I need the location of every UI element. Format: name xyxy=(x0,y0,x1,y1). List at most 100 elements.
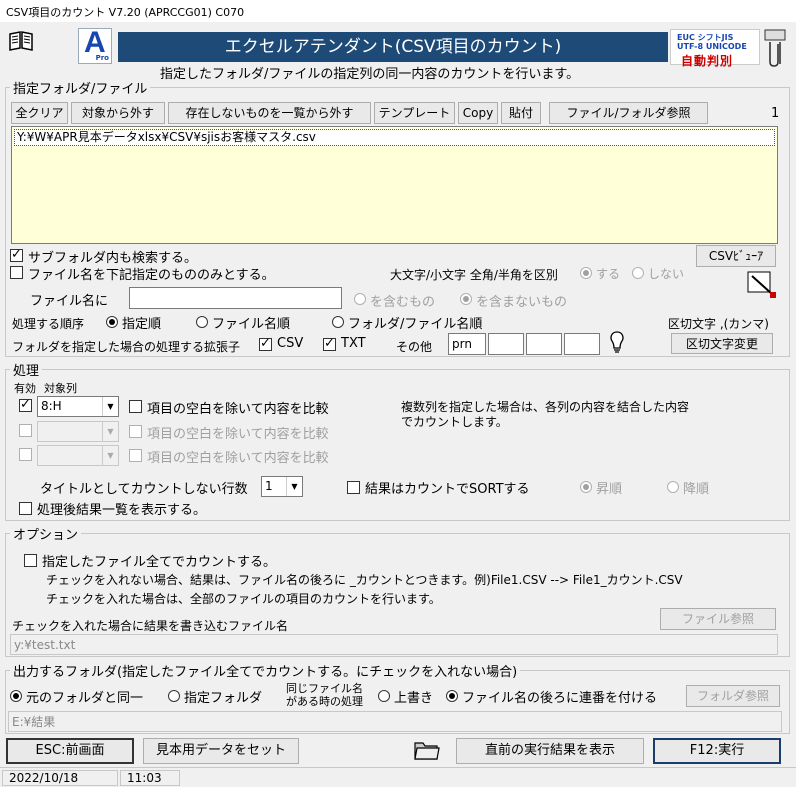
output-file-input[interactable]: y:¥test.txt xyxy=(10,634,778,655)
banner-title: エクセルアテンダント(CSV項目のカウント) xyxy=(118,32,668,62)
multi-column-note-2: でカウントします。 xyxy=(401,415,508,429)
chevron-down-icon[interactable]: ▼ xyxy=(102,422,118,441)
row1-enabled-checkbox[interactable] xyxy=(19,397,32,412)
append-number-label: ファイル名の後ろに連番を付ける xyxy=(462,691,658,706)
contains-label: を含むもの xyxy=(370,295,436,310)
show-result-label: 処理後結果一覧を表示する。 xyxy=(37,503,207,518)
order-specified-radio[interactable] xyxy=(106,316,118,328)
row2-trim-checkbox[interactable] xyxy=(129,425,142,438)
row1-trim-checkbox[interactable] xyxy=(129,400,142,413)
show-last-result-button[interactable]: 直前の実行結果を表示 xyxy=(456,738,644,764)
sort-label: 結果はカウントでSORTする xyxy=(365,482,530,497)
paste-button[interactable]: 貼付 xyxy=(501,102,541,124)
filename-label: ファイル名に xyxy=(30,294,109,309)
sort-checkbox[interactable] xyxy=(347,481,360,494)
ext-other-input-4[interactable] xyxy=(564,333,600,355)
clipboard-icon[interactable] xyxy=(762,28,788,68)
case-sensitive-label: 大文字/小文字 全角/半角を区別 xyxy=(390,268,558,282)
book-icon[interactable] xyxy=(8,30,34,52)
filename-filter-checkbox[interactable] xyxy=(10,266,23,279)
skip-rows-label: タイトルとしてカウントしない行数 xyxy=(40,482,248,497)
files-group-legend: 指定フォルダ/ファイル xyxy=(10,78,151,97)
browse-file-button[interactable]: ファイル参照 xyxy=(660,608,776,630)
process-group-legend: 処理 xyxy=(10,360,43,379)
row3-trim-label: 項目の空白を除いて内容を比較 xyxy=(147,451,329,466)
page-subtitle: 指定したフォルダ/ファイルの指定列の同一内容のカウントを行います。 xyxy=(160,67,580,82)
status-date: 2022/10/18 xyxy=(2,770,118,786)
not-contains-radio[interactable] xyxy=(460,293,472,305)
append-number-radio[interactable] xyxy=(446,690,458,702)
contains-radio[interactable] xyxy=(354,293,366,305)
all-files-label: 指定したファイル全てでカウントする。 xyxy=(42,555,277,570)
encoding-autodetect-badge: EUC シフトJIS UTF-8 UNICODE 自動判別 xyxy=(670,29,760,68)
case-yes-radio[interactable] xyxy=(580,267,592,279)
esc-back-button[interactable]: ESC:前画面 xyxy=(6,738,134,764)
case-yes-label: する xyxy=(596,267,621,281)
output-file-label: チェックを入れた場合に結果を書き込むファイル名 xyxy=(12,619,289,633)
window-title: CSV項目のカウント V7.20 (APRCCG01) C070 xyxy=(6,6,245,19)
skip-rows-value: 1 xyxy=(265,479,273,493)
all-files-checkbox[interactable] xyxy=(24,554,37,567)
specified-folder-label: 指定フォルダ xyxy=(184,691,263,706)
chevron-down-icon[interactable]: ▼ xyxy=(286,477,302,496)
sort-asc-radio[interactable] xyxy=(580,481,592,493)
sort-asc-label: 昇順 xyxy=(596,482,623,497)
clear-all-button[interactable]: 全クリア xyxy=(11,102,68,124)
row3-column-select[interactable]: ▼ xyxy=(37,445,119,466)
status-bar: 2022/10/18 11:03 xyxy=(0,767,796,787)
show-result-checkbox[interactable] xyxy=(19,502,32,515)
ext-other-input-3[interactable] xyxy=(526,333,562,355)
output-folder-input[interactable]: E:¥結果 xyxy=(8,711,782,732)
order-specified-label: 指定順 xyxy=(122,317,162,332)
run-button[interactable]: F12:実行 xyxy=(653,738,781,764)
ext-csv-checkbox[interactable] xyxy=(259,336,272,351)
row1-column-select[interactable]: 8:H ▼ xyxy=(37,396,119,417)
row1-trim-label: 項目の空白を除いて内容を比較 xyxy=(147,402,329,417)
ext-txt-checkbox[interactable] xyxy=(323,336,336,351)
row3-trim-checkbox[interactable] xyxy=(129,449,142,462)
skip-rows-select[interactable]: 1 ▼ xyxy=(261,476,303,497)
remove-target-button[interactable]: 対象から外す xyxy=(71,102,165,124)
chevron-down-icon[interactable]: ▼ xyxy=(102,397,118,416)
row2-trim-label: 項目の空白を除いて内容を比較 xyxy=(147,427,329,442)
order-label: 処理する順序 xyxy=(12,317,85,331)
browse-files-button[interactable]: ファイル/フォルダ参照 xyxy=(549,102,708,124)
row2-enabled-checkbox[interactable] xyxy=(19,424,32,437)
overwrite-radio[interactable] xyxy=(378,690,390,702)
change-delimiter-button[interactable]: 区切文字変更 xyxy=(671,333,773,354)
lightbulb-icon[interactable] xyxy=(608,330,626,356)
remove-missing-button[interactable]: 存在しないものを一覧から外す xyxy=(168,102,371,124)
case-no-radio[interactable] xyxy=(632,267,644,279)
specified-folder-radio[interactable] xyxy=(168,690,180,702)
sort-desc-radio[interactable] xyxy=(667,481,679,493)
order-folder-file-radio[interactable] xyxy=(332,316,344,328)
file-count: 1 xyxy=(771,106,780,121)
chevron-down-icon[interactable]: ▼ xyxy=(102,446,118,465)
pencil-note-icon[interactable] xyxy=(746,270,778,300)
file-list[interactable]: Y:¥W¥APR見本データxlsx¥CSV¥sjisお客様マスタ.csv xyxy=(11,126,778,244)
same-name-label-2: がある時の処理 xyxy=(286,695,363,708)
overwrite-label: 上書き xyxy=(394,691,434,706)
options-note-2: チェックを入れた場合は、全部のファイルの項目のカウントを行います。 xyxy=(46,592,441,606)
same-folder-radio[interactable] xyxy=(10,690,22,702)
template-button[interactable]: テンプレート xyxy=(374,102,455,124)
copy-button[interactable]: Copy xyxy=(458,102,498,124)
case-no-label: しない xyxy=(648,267,685,281)
row3-enabled-checkbox[interactable] xyxy=(19,448,32,461)
order-filename-radio[interactable] xyxy=(196,316,208,328)
file-list-item[interactable]: Y:¥W¥APR見本データxlsx¥CSV¥sjisお客様マスタ.csv xyxy=(14,129,775,146)
ext-other-label: その他 xyxy=(396,340,433,354)
filename-input[interactable] xyxy=(129,287,342,309)
subfolder-checkbox[interactable] xyxy=(10,247,23,262)
set-sample-data-button[interactable]: 見本用データをセット xyxy=(143,738,299,764)
csv-viewer-button[interactable]: CSVﾋﾞｭｰｱ xyxy=(696,245,776,267)
browse-folder-button[interactable]: フォルダ参照 xyxy=(686,685,780,707)
ext-other-input-2[interactable] xyxy=(488,333,524,355)
not-contains-label: を含まないもの xyxy=(476,295,568,310)
column-header: 対象列 xyxy=(44,382,77,395)
order-filename-label: ファイル名順 xyxy=(212,317,291,332)
folder-icon xyxy=(413,737,441,763)
row2-column-select[interactable]: ▼ xyxy=(37,421,119,442)
sort-desc-label: 降順 xyxy=(683,482,710,497)
ext-other-input-1[interactable]: prn xyxy=(448,333,486,355)
